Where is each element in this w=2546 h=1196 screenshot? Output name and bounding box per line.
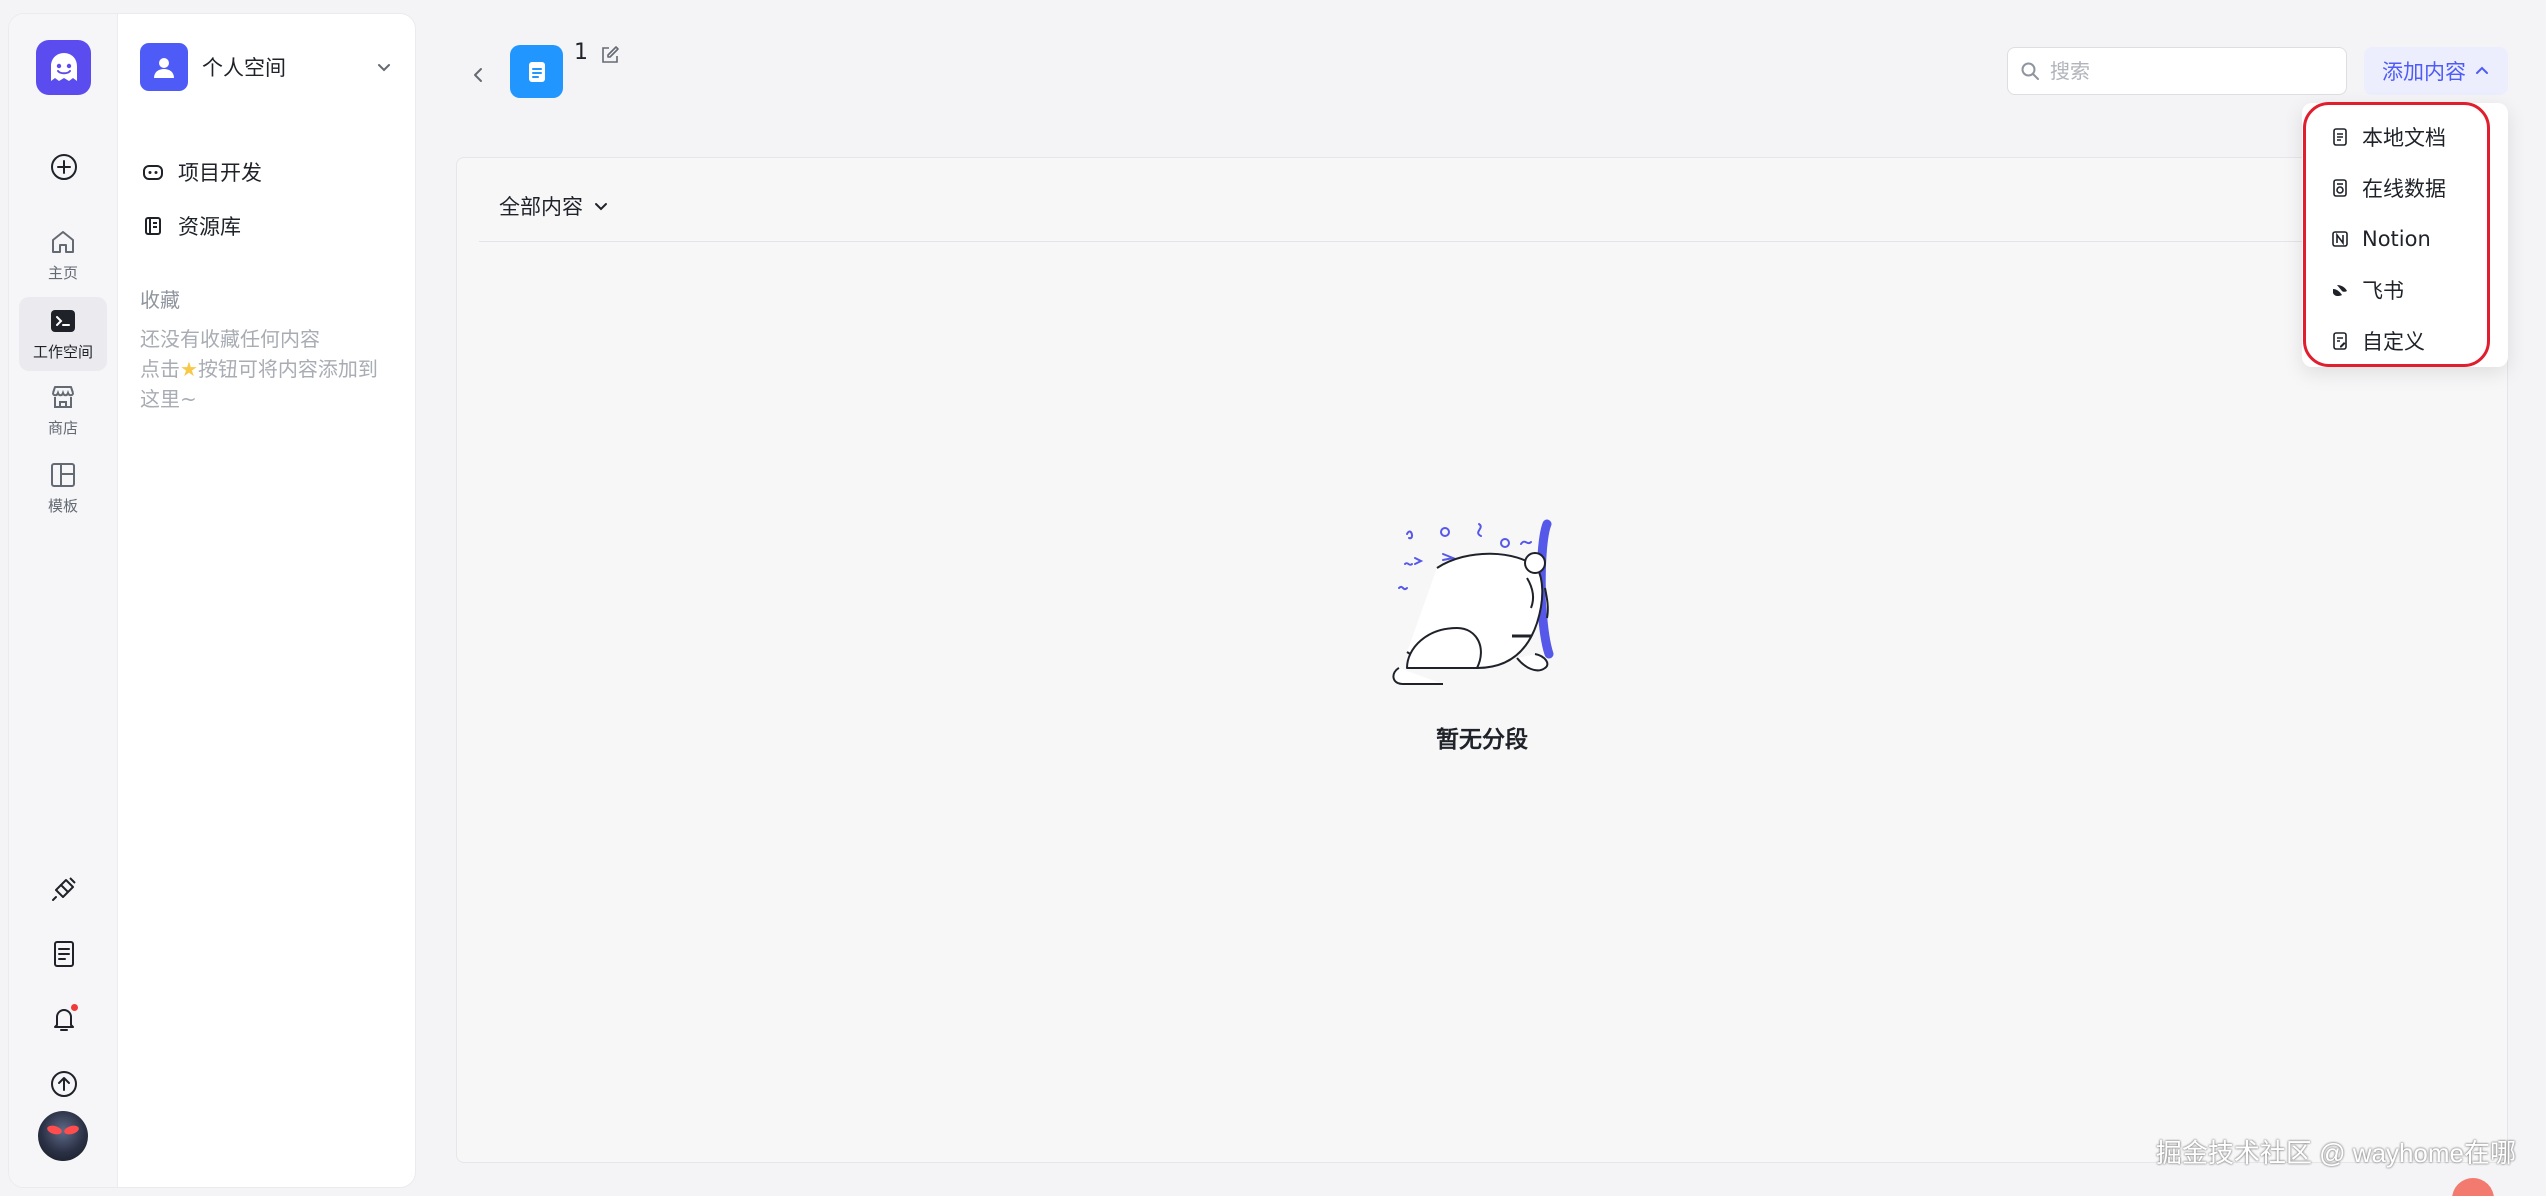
ghost-logo-icon	[50, 52, 77, 81]
watermark: 掘金技术社区 @ wayhome在哪	[2155, 1138, 2516, 1168]
menu-item-label: 自定义	[2362, 329, 2425, 354]
add-content-button[interactable]: 添加内容	[2364, 47, 2508, 95]
upgrade-button[interactable]	[46, 1066, 82, 1102]
floating-assistant-button[interactable]	[2452, 1178, 2494, 1196]
chevron-up-icon	[2476, 66, 2488, 74]
favorites-empty-line1: 还没有收藏任何内容	[140, 327, 320, 351]
plus-circle-icon	[51, 154, 77, 180]
edit-icon	[602, 46, 619, 63]
library-icon	[145, 217, 161, 235]
docs-button[interactable]	[46, 936, 82, 972]
rail-home[interactable]: 主页	[19, 224, 107, 294]
sidebar-item-label: 资源库	[178, 215, 241, 239]
rail-workspace-label: 工作空间	[32, 343, 93, 361]
favorites-empty-line2-pre: 点击	[140, 357, 180, 381]
search-box[interactable]	[2007, 47, 2347, 95]
rail-template-label: 模板	[47, 497, 78, 515]
sidebar-item-label: 项目开发	[178, 161, 262, 185]
chevron-down-icon	[595, 203, 607, 211]
space-name: 个人空间	[202, 56, 286, 80]
user-icon	[154, 58, 174, 78]
menu-item-online-data[interactable]: 在线数据	[2302, 162, 2508, 213]
empty-illustration-icon	[1392, 519, 1554, 685]
chevron-down-icon	[378, 64, 390, 72]
feishu-icon	[2333, 284, 2347, 296]
knowledge-base-icon	[510, 45, 563, 98]
menu-item-local-doc[interactable]: 本地文档	[2302, 111, 2508, 162]
sidebar-item-project-dev[interactable]: 项目开发	[136, 150, 397, 194]
web-data-icon	[2333, 178, 2347, 197]
chevron-left-icon	[474, 68, 482, 82]
space-avatar	[140, 43, 188, 91]
add-content-label: 添加内容	[2382, 60, 2466, 84]
plug-icon	[52, 877, 76, 901]
rail-workspace[interactable]: 工作空间	[19, 297, 107, 371]
app-shell: 主页 工作空间 商店 模板 个人空间 项目开发 资源库 收藏 还没有收藏任何内容…	[8, 13, 416, 1188]
favorites-title: 收藏	[140, 288, 180, 312]
menu-item-custom[interactable]: 自定义	[2302, 315, 2508, 366]
rail-home-label: 主页	[47, 264, 78, 282]
favorites-empty-hint: 还没有收藏任何内容 点击★按钮可将内容添加到 这里~	[140, 324, 410, 414]
divider	[479, 241, 2485, 242]
menu-item-label: 在线数据	[2362, 176, 2446, 201]
unread-dot	[69, 1002, 80, 1013]
document-icon	[54, 941, 74, 967]
rail-template[interactable]: 模板	[19, 457, 107, 527]
content-panel: 全部内容 暂无分段	[456, 157, 2508, 1163]
file-icon	[2333, 127, 2347, 146]
terminal-icon	[51, 310, 75, 332]
home-icon	[52, 231, 74, 253]
page-title: 1	[574, 40, 588, 65]
add-content-menu: 本地文档 在线数据 Notion 飞书 自定义	[2302, 103, 2508, 367]
menu-item-label: Notion	[2362, 226, 2431, 251]
arrow-up-circle-icon	[51, 1071, 77, 1097]
edit-title-button[interactable]	[599, 44, 621, 66]
menu-item-notion[interactable]: Notion	[2302, 213, 2508, 264]
menu-item-label: 本地文档	[2362, 125, 2446, 150]
empty-state: 暂无分段	[457, 518, 2507, 754]
back-button[interactable]	[461, 58, 495, 92]
menu-item-label: 飞书	[2362, 278, 2404, 303]
create-button[interactable]	[46, 149, 82, 185]
notion-icon	[2332, 230, 2348, 247]
bot-icon	[143, 165, 163, 180]
rail-store-label: 商店	[47, 419, 78, 437]
notification-button[interactable]	[46, 1001, 82, 1037]
star-icon: ★	[180, 357, 198, 381]
favorites-empty-line3: 这里~	[140, 387, 197, 411]
favorites-empty-line2: 点击★按钮可将内容添加到	[140, 354, 410, 384]
app-logo[interactable]	[36, 40, 91, 95]
user-avatar[interactable]	[38, 1111, 88, 1161]
content-filter[interactable]: 全部内容	[499, 184, 609, 228]
plugin-button[interactable]	[46, 871, 82, 907]
sidebar-item-resources[interactable]: 资源库	[136, 204, 397, 248]
favorites-empty-line2-post: 按钮可将内容添加到	[197, 357, 378, 381]
empty-state-text: 暂无分段	[1436, 727, 1528, 753]
rail-store[interactable]: 商店	[19, 379, 107, 449]
layout-icon	[51, 463, 75, 487]
content-filter-label: 全部内容	[499, 195, 583, 219]
doc-page-icon	[528, 61, 545, 82]
space-selector[interactable]: 个人空间	[140, 42, 393, 92]
sidebar: 个人空间 项目开发 资源库 收藏 还没有收藏任何内容 点击★按钮可将内容添加到	[118, 14, 415, 1187]
search-icon	[2021, 62, 2039, 80]
search-input[interactable]	[2050, 59, 2320, 83]
custom-doc-icon	[2333, 331, 2347, 350]
menu-item-feishu[interactable]: 飞书	[2302, 264, 2508, 315]
left-rail: 主页 工作空间 商店 模板	[9, 14, 118, 1187]
store-icon	[52, 386, 74, 408]
